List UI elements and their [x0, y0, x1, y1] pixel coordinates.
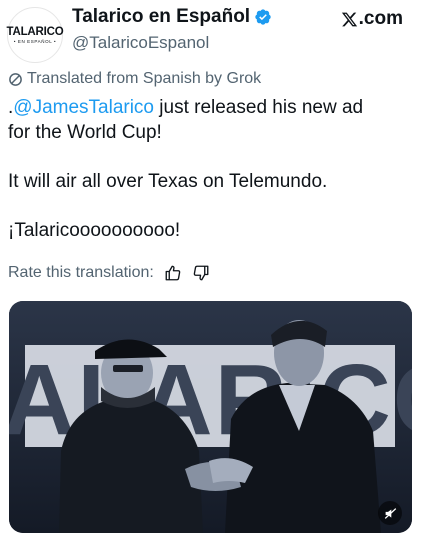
video-media[interactable]: TALARICO — [9, 301, 412, 533]
thumbs-down-icon — [193, 265, 209, 281]
thumbs-up-icon — [165, 265, 181, 281]
tweet-line-1-rest: just released his new ad — [154, 97, 364, 118]
x-logo-text: .com — [358, 8, 403, 29]
verified-badge-icon — [255, 9, 271, 25]
rate-translation: Rate this translation: — [8, 264, 210, 282]
tweet-text: .@JamesTalarico just released his new ad… — [8, 96, 413, 243]
handle[interactable]: @TalaricoEspanol — [72, 33, 209, 53]
mute-button[interactable] — [378, 501, 402, 525]
x-logo[interactable]: .com — [341, 8, 403, 30]
avatar-logo-subtext: • EN ESPAÑOL • — [13, 38, 57, 44]
thumbs-down-button[interactable] — [192, 264, 210, 282]
rate-translation-label: Rate this translation: — [8, 264, 154, 281]
tweet-line-2: for the World Cup! — [8, 121, 162, 143]
avatar[interactable]: TALARICO • EN ESPAÑOL • — [6, 7, 64, 63]
thumbs-up-button[interactable] — [164, 264, 182, 282]
display-name[interactable]: Talarico en Español — [72, 6, 250, 28]
video-thumbnail: TALARICO — [9, 301, 412, 533]
avatar-logo-text: TALARICO — [6, 25, 64, 38]
slashed-circle-icon — [9, 72, 22, 86]
speaker-muted-icon — [384, 507, 396, 519]
mention-link[interactable]: @JamesTalarico — [13, 97, 154, 118]
translation-notice-text: Translated from Spanish by Grok — [27, 70, 262, 87]
tweet-line-3: It will air all over Texas on Telemundo. — [8, 170, 328, 192]
tweet-line-1: .@JamesTalarico just released his new ad — [8, 96, 413, 121]
x-logo-icon — [341, 12, 357, 26]
tweet-line-4: ¡Talaricoooooooooo! — [8, 219, 181, 241]
tweet-header: TALARICO • EN ESPAÑOL • Talarico en Espa… — [0, 0, 421, 64]
translation-notice: Translated from Spanish by Grok — [8, 70, 261, 88]
name-row: Talarico en Español — [72, 6, 272, 28]
